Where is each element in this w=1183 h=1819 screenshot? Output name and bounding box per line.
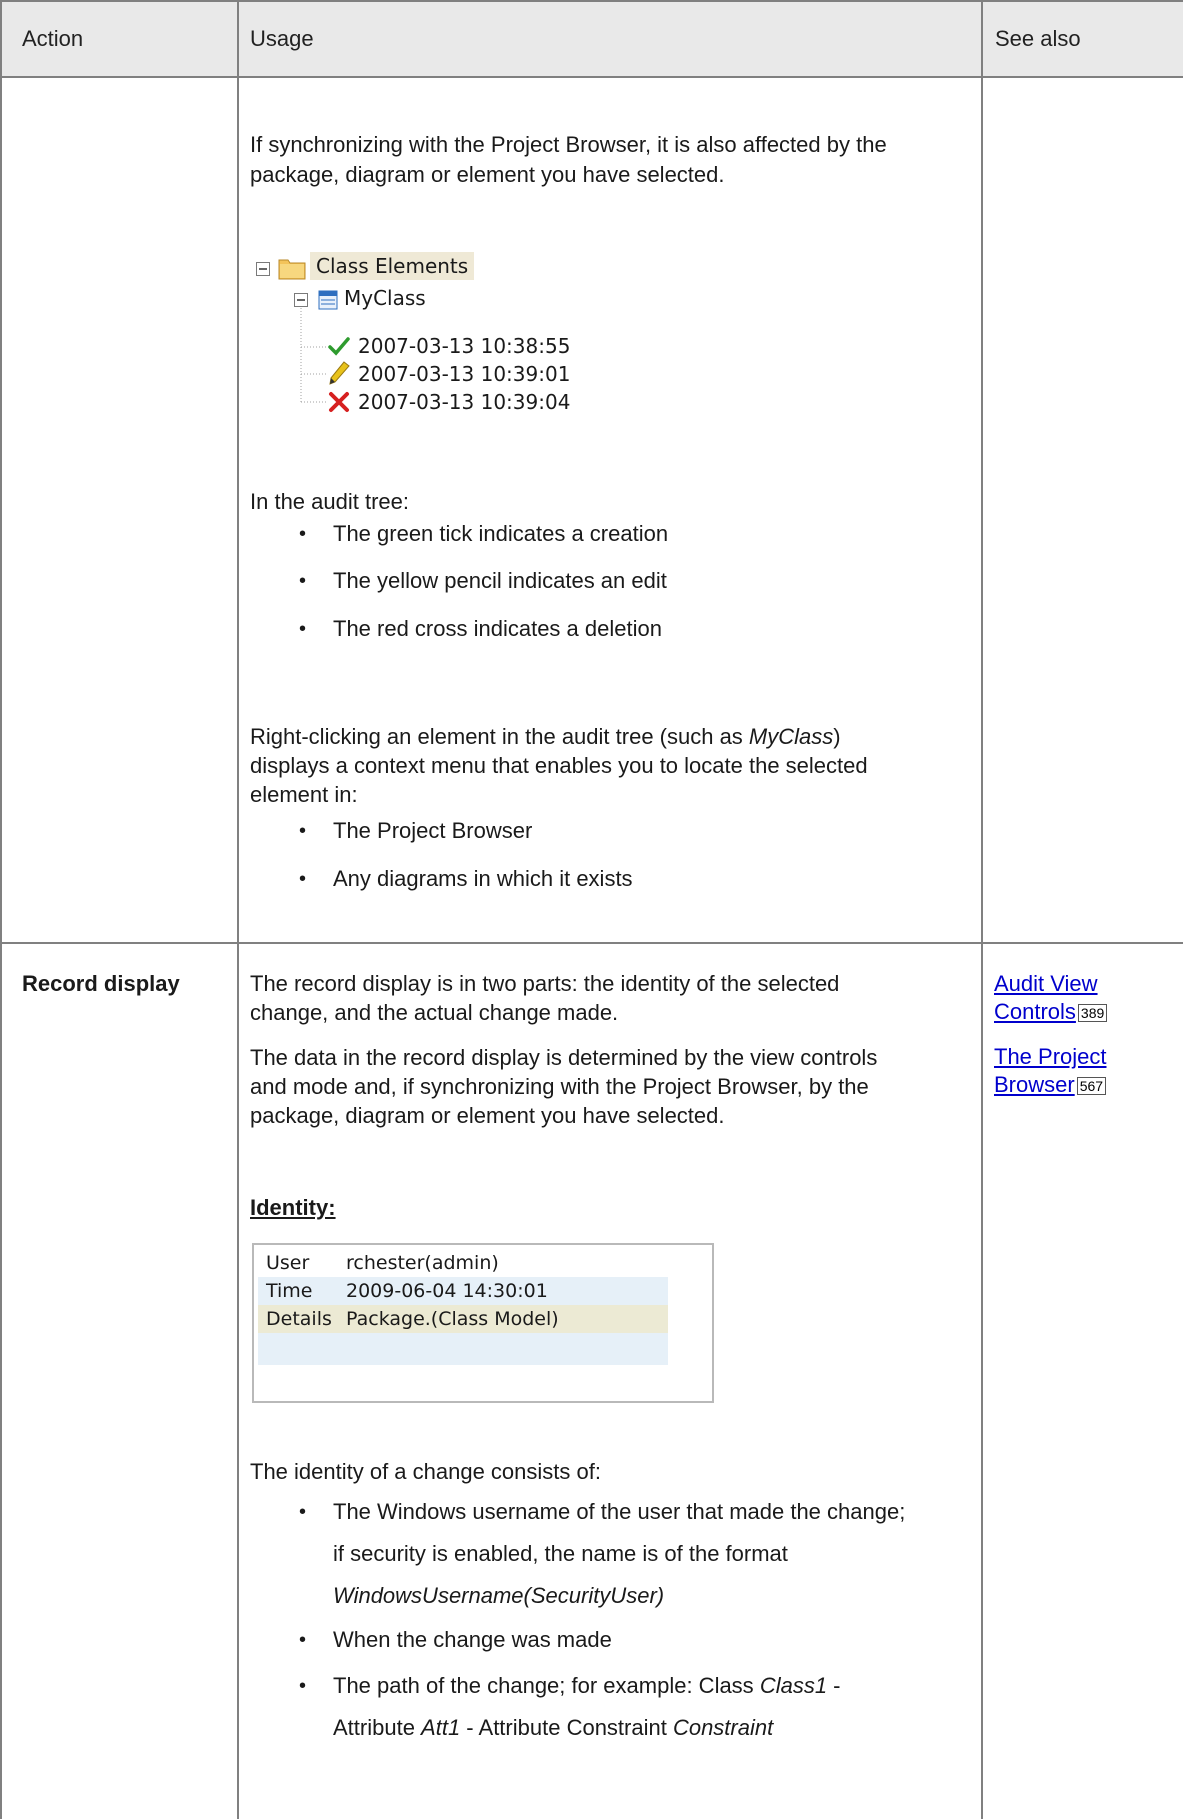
list-item: The yellow pencil indicates an edit [299,566,667,596]
identity-heading: Identity: [250,1195,336,1220]
identity-consists: The identity of a change consists of: [250,1459,601,1484]
identity-details-value: Package.(Class Model) [346,1308,559,1330]
sync-text-2: package, diagram or element you have sel… [250,162,725,187]
tree-lines [300,308,327,403]
pencil-icon [329,361,350,385]
divider-1 [237,0,239,1819]
list-item-continued: Attribute Att1 - Attribute Constraint Co… [333,1715,774,1740]
right-click-line-2: displays a context menu that enables you… [250,753,868,778]
list-item-continued: if security is enabled, the name is of t… [333,1541,788,1566]
right-click-line-3: element in: [250,782,358,807]
list-item: Any diagrams in which it exists [299,864,633,894]
tree-entry[interactable]: 2007-03-13 10:39:01 [358,360,570,388]
identity-user-value: rchester(admin) [346,1252,499,1274]
list-item: The path of the change; for example: Cla… [299,1671,840,1701]
tree-entry[interactable]: 2007-03-13 10:39:04 [358,388,570,416]
record-para-2-line-3: package, diagram or element you have sel… [250,1103,725,1128]
identity-panel: User rchester(admin) Time 2009-06-04 14:… [252,1243,714,1403]
list-item: The Windows username of the user that ma… [299,1497,905,1527]
list-item-continued: WindowsUsername(SecurityUser) [333,1583,665,1608]
page-ref[interactable]: 567 [1076,1077,1107,1096]
identity-time-row: Time 2009-06-04 14:30:01 [258,1277,668,1305]
tick-icon [328,337,350,356]
border-row [2,942,1183,944]
sync-text-1: If synchronizing with the Project Browse… [250,132,887,157]
record-para-2-line-1: The data in the record display is determ… [250,1045,878,1070]
border-header [2,76,1183,78]
list-item: When the change was made [299,1625,612,1655]
identity-user-row: User rchester(admin) [258,1249,668,1277]
help-table: Action Usage See also If synchronizing w… [0,0,1183,1819]
record-para-1-line-1: The record display is in two parts: the … [250,971,840,996]
border-top [2,0,1183,2]
in-tree-text: In the audit tree: [250,489,409,514]
right-click-line-1: Right-clicking an element in the audit t… [250,724,841,749]
list-item: The Project Browser [299,816,532,846]
identity-details-label: Details [266,1308,332,1330]
action-record-display: Record display [22,971,180,996]
identity-user-label: User [266,1252,310,1274]
record-para-2-line-2: and mode and, if synchronizing with the … [250,1074,869,1099]
header-see-also: See also [995,26,1081,51]
header-action: Action [22,26,84,51]
identity-time-value: 2009-06-04 14:30:01 [346,1280,548,1302]
header-usage: Usage [250,26,314,51]
cross-icon [329,392,349,412]
link-project-browser[interactable]: The Project Browser 567 [994,1043,1107,1099]
identity-empty-row [258,1333,668,1365]
page-ref[interactable]: 389 [1077,1004,1108,1023]
identity-time-label: Time [266,1280,313,1302]
identity-details-row: Details Package.(Class Model) [258,1305,668,1333]
divider-2 [981,0,983,1819]
tree-entry[interactable]: 2007-03-13 10:38:55 [358,332,570,360]
audit-tree: Class Elements MyClass 2007-03-13 10:38:… [252,252,612,414]
record-para-1-line-2: change, and the actual change made. [250,1000,619,1025]
link-audit-view-controls[interactable]: Audit View Controls 389 [994,970,1108,1026]
list-item: The green tick indicates a creation [299,519,668,549]
list-item: The red cross indicates a deletion [299,614,662,644]
